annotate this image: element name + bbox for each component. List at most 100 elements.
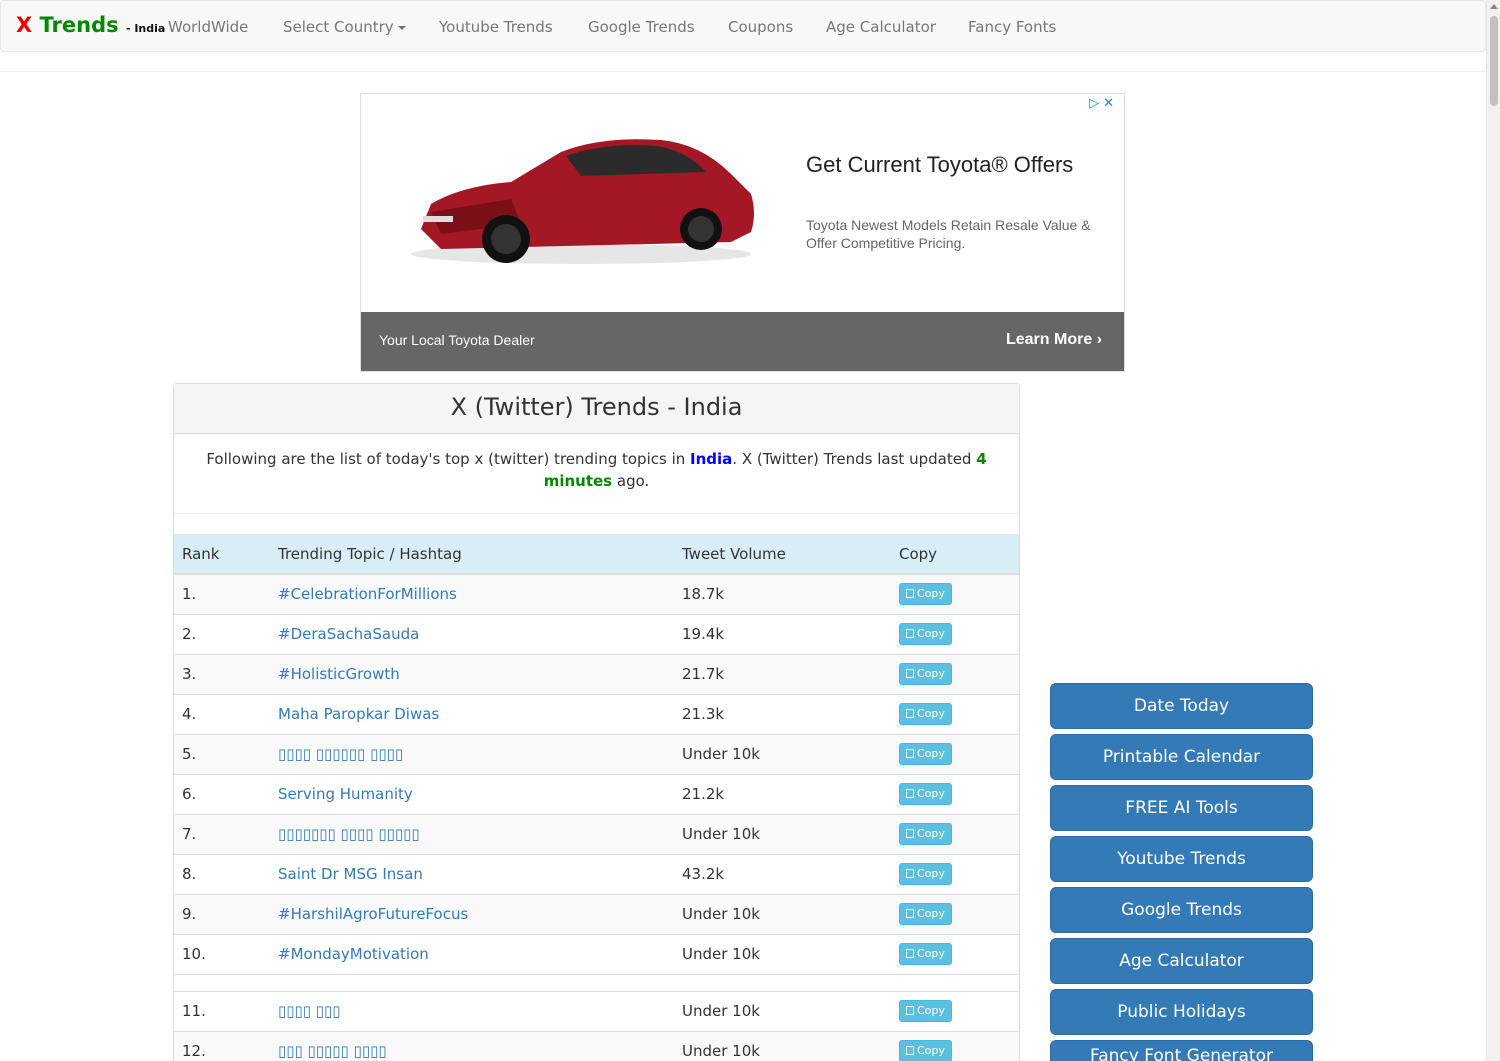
page-scrollbar[interactable] xyxy=(1486,0,1500,1061)
sidebar-fancy-font-generator-button[interactable]: Fancy Font Generator xyxy=(1050,1040,1313,1061)
copy-label: Copy xyxy=(917,947,945,960)
ad-choices-icon[interactable]: ▷✕ xyxy=(1089,96,1118,111)
table-spacer-row xyxy=(174,973,1019,991)
learn-more-button[interactable]: Learn More › xyxy=(1006,331,1102,349)
topic-cell: Maha Paropkar Diwas xyxy=(270,693,674,734)
copy-button[interactable]: Copy xyxy=(899,903,952,925)
table-row: 8. Saint Dr MSG Insan 43.2k Copy xyxy=(174,853,1019,894)
copy-button[interactable]: Copy xyxy=(899,1040,952,1061)
rank-cell: 3. xyxy=(174,653,270,694)
copy-label: Copy xyxy=(917,627,945,640)
rank-cell: 6. xyxy=(174,773,270,814)
copy-cell: Copy xyxy=(891,1030,1019,1061)
brand-logo[interactable]: X Trends - India xyxy=(16,11,165,43)
copy-icon xyxy=(906,669,914,678)
brand-x: X xyxy=(16,13,33,37)
trend-topic-link[interactable]: Saint Dr MSG Insan xyxy=(278,865,423,883)
rank-cell: 4. xyxy=(174,693,270,734)
table-row: 5. ▯▯▯▯ ▯▯▯▯▯▯ ▯▯▯▯ Under 10k Copy xyxy=(174,733,1019,774)
desc-text-1: Following are the list of today's top x … xyxy=(206,450,691,468)
trend-topic-link[interactable]: #MondayMotivation xyxy=(278,945,429,963)
ad-footer[interactable]: Your Local Toyota Dealer Learn More › xyxy=(361,312,1124,371)
topic-cell: #HolisticGrowth xyxy=(270,653,674,694)
nav-coupons[interactable]: Coupons xyxy=(728,17,793,37)
advertisement[interactable]: ▷✕ Get Current Toyota® Offers Toyota New… xyxy=(360,93,1125,372)
copy-label: Copy xyxy=(917,587,945,601)
trend-topic-link[interactable]: ▯▯▯▯ ▯▯▯▯▯▯ ▯▯▯▯ xyxy=(278,745,403,763)
volume-cell: 43.2k xyxy=(674,853,891,894)
copy-label: Copy xyxy=(917,827,945,840)
topic-cell: ▯▯▯▯ ▯▯▯ xyxy=(270,990,674,1031)
copy-button[interactable]: Copy xyxy=(899,823,952,845)
car-image xyxy=(411,139,754,264)
sidebar-free-ai-tools-button[interactable]: FREE AI Tools xyxy=(1050,785,1313,831)
topic-cell: #CelebrationForMillions xyxy=(270,573,674,614)
trend-topic-link[interactable]: ▯▯▯▯▯▯▯ ▯▯▯▯ ▯▯▯▯▯ xyxy=(278,825,420,843)
nav-age-calculator[interactable]: Age Calculator xyxy=(826,17,936,37)
topic-cell: ▯▯▯▯▯▯▯ ▯▯▯▯ ▯▯▯▯▯ xyxy=(270,813,674,854)
trend-topic-link[interactable]: ▯▯▯▯ ▯▯▯ xyxy=(278,1002,341,1020)
table-row: 9. #HarshilAgroFutureFocus Under 10k Copy xyxy=(174,893,1019,934)
nav-google-trends[interactable]: Google Trends xyxy=(588,17,695,37)
copy-icon xyxy=(906,789,914,798)
panel-description: Following are the list of today's top x … xyxy=(174,448,1019,492)
nav-fancy-fonts[interactable]: Fancy Fonts xyxy=(968,17,1056,37)
copy-icon xyxy=(906,1046,914,1056)
header-rank: Rank xyxy=(174,534,270,575)
learn-more-label: Learn More xyxy=(1005,331,1093,348)
sidebar-public-holidays-button[interactable]: Public Holidays xyxy=(1050,989,1313,1035)
table-row: 10. #MondayMotivation Under 10k Copy xyxy=(174,933,1019,974)
topic-cell: ▯▯▯▯ ▯▯▯▯▯▯ ▯▯▯▯ xyxy=(270,733,674,774)
copy-button[interactable]: Copy xyxy=(899,623,952,645)
ad-title[interactable]: Get Current Toyota® Offers xyxy=(806,152,1073,178)
scroll-thumb[interactable] xyxy=(1490,16,1498,106)
nav-worldwide[interactable]: WorldWide xyxy=(168,17,248,37)
rank-cell: 5. xyxy=(174,733,270,774)
volume-cell: 21.3k xyxy=(674,693,891,734)
copy-label: Copy xyxy=(917,907,945,920)
sidebar-youtube-trends-button[interactable]: Youtube Trends xyxy=(1050,836,1313,882)
trend-topic-link[interactable]: Serving Humanity xyxy=(278,785,413,803)
trend-topic-link[interactable]: #CelebrationForMillions xyxy=(278,585,457,603)
copy-button[interactable]: Copy xyxy=(899,703,952,725)
copy-button[interactable]: Copy xyxy=(899,743,952,765)
volume-cell: 18.7k xyxy=(674,573,891,614)
sidebar-printable-calendar-button[interactable]: Printable Calendar xyxy=(1050,734,1313,780)
copy-button[interactable]: Copy xyxy=(899,863,952,885)
sidebar-date-today-button[interactable]: Date Today xyxy=(1050,683,1313,729)
rank-cell: 12. xyxy=(174,1030,270,1061)
copy-button[interactable]: Copy xyxy=(899,1000,952,1022)
divider xyxy=(0,71,1486,72)
table-row: 7. ▯▯▯▯▯▯▯ ▯▯▯▯ ▯▯▯▯▯ Under 10k Copy xyxy=(174,813,1019,854)
trend-topic-link[interactable]: ▯▯▯ ▯▯▯▯▯ ▯▯▯▯ xyxy=(278,1042,387,1060)
table-row: 11. ▯▯▯▯ ▯▯▯ Under 10k Copy xyxy=(174,990,1019,1031)
nav-select-country-label: Select Country xyxy=(283,18,394,36)
chevron-right-icon: › xyxy=(1096,331,1102,348)
trend-topic-link[interactable]: #HarshilAgroFutureFocus xyxy=(278,905,468,923)
trend-topic-link[interactable]: #HolisticGrowth xyxy=(278,665,400,683)
sidebar-age-calculator-button[interactable]: Age Calculator xyxy=(1050,938,1313,984)
topic-cell: ▯▯▯ ▯▯▯▯▯ ▯▯▯▯ xyxy=(270,1030,674,1061)
scroll-up-icon[interactable] xyxy=(1490,4,1498,9)
copy-button[interactable]: Copy xyxy=(899,943,952,965)
rank-cell: 7. xyxy=(174,813,270,854)
topic-cell: #MondayMotivation xyxy=(270,933,674,974)
nav-youtube-trends[interactable]: Youtube Trends xyxy=(439,17,553,37)
copy-button[interactable]: Copy xyxy=(899,583,952,606)
panel-heading: X (Twitter) Trends - India xyxy=(174,384,1019,434)
sidebar-google-trends-button[interactable]: Google Trends xyxy=(1050,887,1313,933)
volume-cell: Under 10k xyxy=(674,990,891,1031)
copy-cell: Copy xyxy=(891,733,1019,774)
copy-label: Copy xyxy=(917,787,945,800)
copy-button[interactable]: Copy xyxy=(899,783,952,805)
copy-cell: Copy xyxy=(891,853,1019,894)
nav-select-country[interactable]: Select Country xyxy=(283,17,406,37)
trend-topic-link[interactable]: #DeraSachaSauda xyxy=(278,625,419,643)
table-row: 12. ▯▯▯ ▯▯▯▯▯ ▯▯▯▯ Under 10k Copy xyxy=(174,1030,1019,1061)
copy-cell: Copy xyxy=(891,893,1019,934)
copy-button[interactable]: Copy xyxy=(899,663,952,685)
copy-icon xyxy=(906,629,914,638)
copy-icon xyxy=(906,589,914,599)
copy-cell: Copy xyxy=(891,933,1019,974)
trend-topic-link[interactable]: Maha Paropkar Diwas xyxy=(278,705,439,723)
